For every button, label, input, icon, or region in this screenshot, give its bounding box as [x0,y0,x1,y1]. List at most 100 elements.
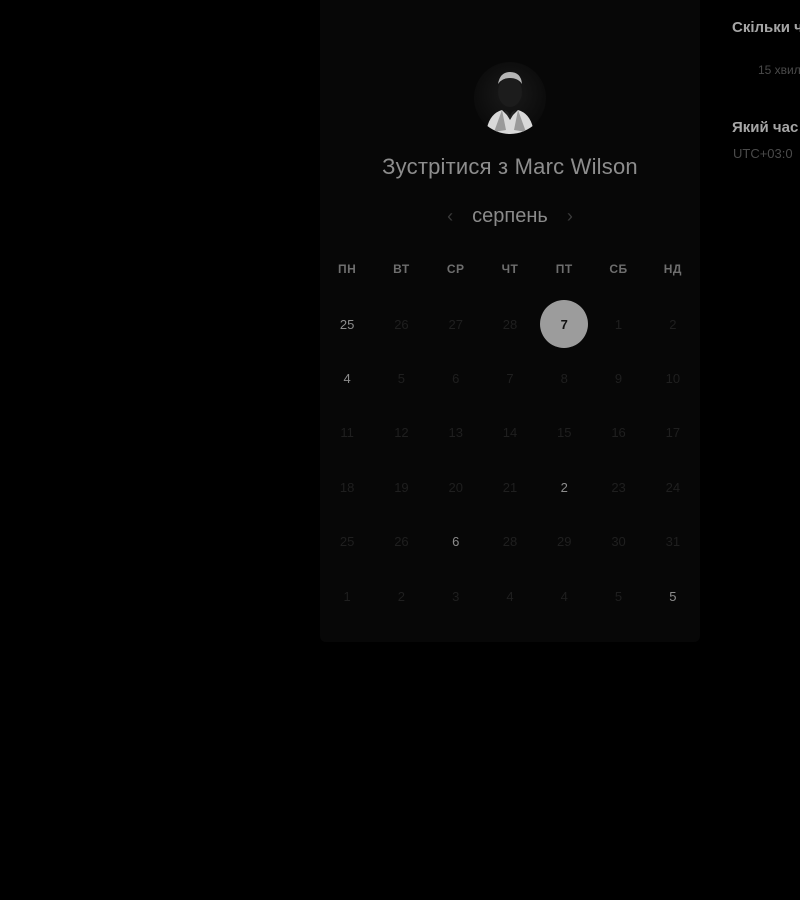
calendar-day-number: 13 [448,425,463,441]
host-avatar [474,62,546,134]
calendar-day-number: 2 [560,479,568,495]
weekday-label: ВТ [393,262,410,276]
calendar-day[interactable]: 5 [646,569,700,623]
chevron-left-icon[interactable]: ‹ [444,206,456,227]
calendar-day: 16 [591,406,645,460]
calendar-day-number: 3 [452,588,460,604]
calendar-day: 13 [429,406,483,460]
calendar-day: 23 [591,460,645,514]
calendar-day-number: 20 [448,479,463,495]
weekday-label: ПТ [555,262,573,276]
calendar-day-number: 6 [452,371,460,387]
calendar-day: 27 [429,297,483,351]
calendar-day: 28 [483,515,537,569]
calendar-day-number: 2 [669,316,677,332]
calendar-day-number: 5 [614,588,623,604]
calendar-week: 25 26 6 28 29 30 31 [320,515,700,569]
calendar-day-number: 26 [394,534,409,550]
calendar-day-number: 1 [343,588,351,604]
calendar-day-number: 18 [339,479,355,495]
calendar-day-number: 9 [614,371,623,387]
calendar-day-number: 31 [665,534,681,550]
calendar-day[interactable]: 25 [320,297,374,351]
calendar-day: 5 [591,569,645,623]
calendar-day: 29 [537,515,591,569]
title-prefix: Зустрітися з [382,154,509,179]
calendar-day: 21 [483,460,537,514]
calendar-day-number: 25 [339,316,355,332]
calendar-day: 26 [374,515,428,569]
event-details-panel: Скільки ч 15 хвил Який час UTC+03:0 [732,0,800,900]
avatar-portrait [486,72,534,134]
month-navigation: ‹ серпень › [320,201,700,231]
host-name: Marc Wilson [514,154,638,179]
month-label: серпень [472,204,548,227]
calendar-day: 1 [320,569,374,623]
calendar-day-number: 7 [540,300,589,349]
calendar-day: 20 [429,460,483,514]
calendar-day-number: 2 [397,588,406,604]
calendar-day-number: 5 [397,371,406,387]
calendar-day: 17 [646,406,700,460]
calendar-day: 8 [537,351,591,405]
calendar-day: 10 [646,351,700,405]
calendar-day-number: 8 [560,371,568,387]
calendar-day-number: 26 [394,316,409,332]
calendar-day-number: 6 [452,534,460,550]
calendar-day-number: 28 [502,316,518,332]
calendar-day-number: 10 [665,371,681,387]
calendar-day-number: 1 [614,316,623,332]
calendar-day-number: 27 [448,316,463,332]
calendar-day[interactable]: 4 [320,351,374,405]
calendar-day-number: 30 [611,534,626,550]
calendar-day-number: 4 [560,588,568,604]
calendar-day-number: 28 [502,534,518,550]
calendar-day: 3 [429,569,483,623]
calendar-day-number: 19 [394,479,409,495]
calendar-week: 18 19 20 21 2 23 24 [320,460,700,514]
calendar-grid: 25 26 27 28 7 1 2 4 5 6 7 8 9 10 11 12 13 14 15 16 17 18 19 20 2… [320,297,700,623]
timezone-heading: Який час [732,119,799,136]
weekday-label: НД [663,262,682,276]
calendar-day-number: 7 [506,371,514,387]
duration-heading: Скільки ч [732,19,800,36]
calendar-day-number: 5 [669,588,677,604]
calendar-week: 11 12 13 14 15 16 17 [320,406,700,460]
weekday-label: ЧТ [501,262,519,276]
calendar-day-number: 15 [557,425,572,441]
calendar-day-number: 23 [611,479,626,495]
calendar-day: 5 [374,351,428,405]
weekday-header: ПН ВТ СР ЧТ ПТ СБ НД [320,262,700,276]
calendar-day: 7 [483,351,537,405]
calendar-day-selected[interactable]: 7 [537,297,591,351]
timezone-value[interactable]: UTC+03:0 [733,146,793,161]
chevron-right-icon[interactable]: › [564,206,576,227]
calendar-day: 9 [591,351,645,405]
calendar-day[interactable]: 6 [429,515,483,569]
calendar-day: 6 [429,351,483,405]
calendar-day-number: 17 [665,425,681,441]
calendar-day: 1 [591,297,645,351]
calendar-day: 14 [483,406,537,460]
calendar-day-number: 4 [506,588,514,604]
duration-value[interactable]: 15 хвил [758,63,800,77]
calendar-day: 2 [646,297,700,351]
calendar-day-number: 21 [502,479,518,495]
calendar-day: 28 [483,297,537,351]
calendar-day: 31 [646,515,700,569]
calendar-week: 4 5 6 7 8 9 10 [320,351,700,405]
calendar-week: 25 26 27 28 7 1 2 [320,297,700,351]
calendar-day-number: 12 [394,425,409,441]
booking-page: Зустрітися з Marc Wilson ‹ серпень › ПН В… [0,0,800,900]
calendar-day: 2 [374,569,428,623]
weekday-label: ПН [337,262,357,276]
calendar-day: 18 [320,460,374,514]
calendar-day: 19 [374,460,428,514]
calendar-day-number: 14 [502,425,518,441]
calendar-day-number: 11 [340,425,354,441]
calendar-day-number: 29 [557,534,572,550]
weekday-label: СР [446,262,465,276]
calendar-day[interactable]: 2 [537,460,591,514]
calendar-day: 30 [591,515,645,569]
calendar-day: 11 [320,406,374,460]
